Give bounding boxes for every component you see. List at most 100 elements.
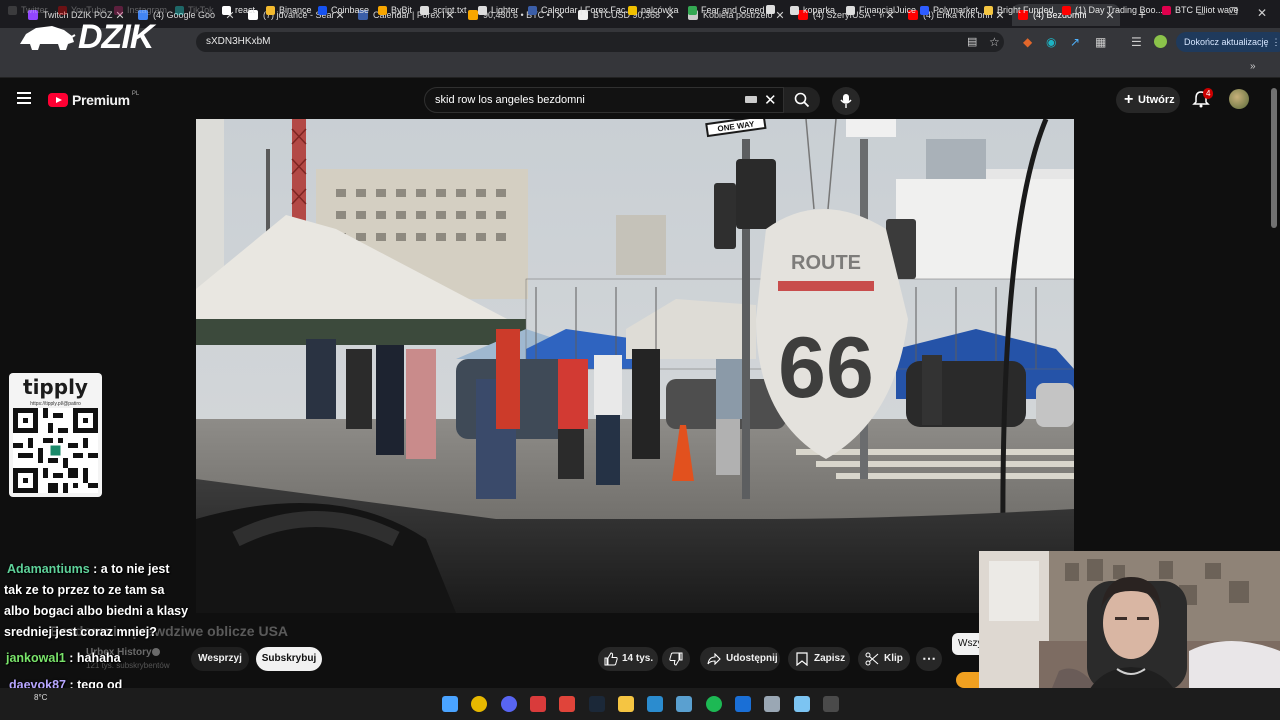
bookmark-item[interactable]: YouTube xyxy=(58,5,106,15)
install-app-icon[interactable]: ▤ xyxy=(967,35,977,49)
search-button[interactable] xyxy=(784,87,820,113)
verified-badge-icon xyxy=(152,648,160,656)
share-label: Udostępnij xyxy=(726,653,778,664)
share-button[interactable]: Udostępnij xyxy=(700,647,780,671)
bookmark-item[interactable]: Lighter xyxy=(478,5,519,15)
extension-fox-icon[interactable]: ◆ xyxy=(1023,35,1032,49)
bookmark-item[interactable]: Twitter xyxy=(8,5,48,15)
notes-icon[interactable] xyxy=(764,696,781,712)
app-red-icon[interactable] xyxy=(529,696,546,712)
bookmark-item[interactable]: Polymarket xyxy=(920,5,978,15)
bookmark-favicon-icon xyxy=(984,5,993,15)
app-green-icon[interactable] xyxy=(559,696,576,712)
bookmark-label: BTC Elliot wave xyxy=(1175,5,1239,15)
chat-text: albo bogaci albo biedni a klasy xyxy=(4,604,189,618)
page-scrollbar[interactable] xyxy=(1271,88,1277,228)
bookmark-item[interactable]: Bright Funded xyxy=(984,5,1054,15)
bookmark-favicon-icon xyxy=(766,5,775,14)
spotify-icon[interactable] xyxy=(705,696,722,712)
chat-message-line: sredniej jest coraz mniej? xyxy=(4,625,157,639)
support-button[interactable]: Wesprzyj xyxy=(191,647,249,671)
bookmark-item[interactable]: Binance xyxy=(266,5,312,15)
bookmark-item[interactable]: BTC Elliot wave xyxy=(1162,5,1239,15)
bookmark-item[interactable]: ByBit xyxy=(378,5,412,15)
app-c-icon[interactable] xyxy=(647,696,664,712)
profile-avatar[interactable] xyxy=(1154,35,1167,48)
bookmark-item[interactable] xyxy=(766,5,779,14)
bookmark-star-icon[interactable]: ☆ xyxy=(989,35,1000,49)
like-button[interactable]: 14 tys. xyxy=(598,647,658,671)
app-dark-icon[interactable] xyxy=(735,696,751,712)
steam-icon[interactable] xyxy=(588,696,605,712)
bookmark-label: Polymarket xyxy=(933,5,979,15)
extensions-puzzle-icon[interactable]: ▦ xyxy=(1095,35,1106,49)
address-bar[interactable]: sXDN3HKxbM xyxy=(196,32,1004,52)
bookmark-favicon-icon xyxy=(790,5,799,15)
update-label: Dokończ aktualizację xyxy=(1184,37,1269,47)
discord-icon[interactable] xyxy=(500,696,517,712)
weather-label[interactable]: 8°C xyxy=(34,693,47,702)
create-button[interactable]: + Utwórz xyxy=(1116,87,1180,113)
filter-chip[interactable]: Wszy xyxy=(952,633,980,655)
keyboard-icon[interactable] xyxy=(745,96,757,103)
bookmark-item[interactable]: script.txt xyxy=(420,5,467,15)
search-input[interactable]: skid row los angeles bezdomni xyxy=(424,87,784,113)
photos-icon[interactable] xyxy=(793,696,810,712)
youtube-play-icon xyxy=(48,93,68,107)
qr-code-icon xyxy=(13,408,98,493)
sidebar-thumbnail-icon[interactable] xyxy=(956,672,980,688)
bookmark-item[interactable]: Fear and Greed xyxy=(688,5,765,15)
more-actions-button[interactable]: ⋯ xyxy=(916,647,942,671)
bookmarks-overflow-icon[interactable]: » xyxy=(1250,60,1256,74)
windows-start-icon[interactable] xyxy=(442,696,458,712)
bookmark-item[interactable]: Calendar | Forex Fac... xyxy=(528,5,633,15)
files-icon[interactable] xyxy=(617,696,634,712)
bookmark-item[interactable]: (1) Day Trading Boo... xyxy=(1062,5,1163,15)
bookmark-label: koparka xyxy=(803,5,836,15)
bookmark-item[interactable]: palcówka xyxy=(628,5,679,15)
notifications-button[interactable]: 4 xyxy=(1192,88,1214,110)
chat-message-line: jankowal1 : hahaha xyxy=(6,651,121,665)
save-button[interactable]: Zapisz xyxy=(788,647,850,671)
voice-search-button[interactable] xyxy=(832,87,860,115)
bookmark-favicon-icon xyxy=(8,5,17,15)
boar-icon xyxy=(20,26,76,50)
reading-list-icon[interactable]: ☰ xyxy=(1131,35,1142,49)
update-browser-button[interactable]: Dokończ aktualizację ⋮ xyxy=(1176,32,1280,52)
bookmark-favicon-icon xyxy=(318,5,327,15)
bookmark-label: Calendar | Forex Fac... xyxy=(541,5,633,15)
account-avatar[interactable] xyxy=(1229,89,1249,109)
bookmark-favicon-icon xyxy=(920,5,929,15)
clip-button[interactable]: Klip xyxy=(858,647,910,671)
bookmark-item[interactable]: koparka xyxy=(790,5,835,15)
bookmark-item[interactable]: Coinbase xyxy=(318,5,369,15)
bookmark-favicon-icon xyxy=(420,5,429,15)
terminal-icon[interactable] xyxy=(822,696,839,712)
bookmark-label: ByBit xyxy=(391,5,413,15)
hamburger-menu-icon[interactable] xyxy=(17,92,31,104)
bookmark-favicon-icon xyxy=(1162,5,1171,15)
premium-label: Premium xyxy=(72,92,130,108)
bookmark-label: script.txt xyxy=(433,5,467,15)
clear-search-icon[interactable]: ✕ xyxy=(764,91,777,109)
bookmark-favicon-icon xyxy=(478,5,487,15)
video-frame: ONE WAY ROUTE 66 xyxy=(196,119,1074,613)
video-player[interactable]: ONE WAY ROUTE 66 xyxy=(196,119,1074,613)
subscribe-button[interactable]: Subskrybuj xyxy=(256,647,322,671)
app-tools-icon[interactable] xyxy=(676,696,693,712)
youtube-logo[interactable]: Premium PL xyxy=(48,91,139,109)
extension-chart-icon[interactable]: ↗ xyxy=(1070,35,1080,49)
bookmark-item[interactable]: Instagram xyxy=(114,5,167,15)
bookmark-label: FinancialJuice xyxy=(859,5,917,15)
bookmarks-bar xyxy=(0,56,1280,78)
dislike-button[interactable] xyxy=(662,647,690,671)
chat-text: : a to nie jest xyxy=(93,562,170,576)
share-arrow-icon xyxy=(707,653,721,665)
close-window-button[interactable]: ✕ xyxy=(1257,6,1267,20)
extension-teal-icon[interactable]: ◉ xyxy=(1046,35,1056,49)
bookmark-item[interactable]: react xyxy=(222,5,255,15)
bookmark-item[interactable]: FinancialJuice xyxy=(846,5,916,15)
menu-kebab-icon: ⋮ xyxy=(1271,37,1280,47)
chat-username: Adamantiums xyxy=(7,562,90,576)
bookmark-item[interactable]: TikTok xyxy=(175,5,214,15)
